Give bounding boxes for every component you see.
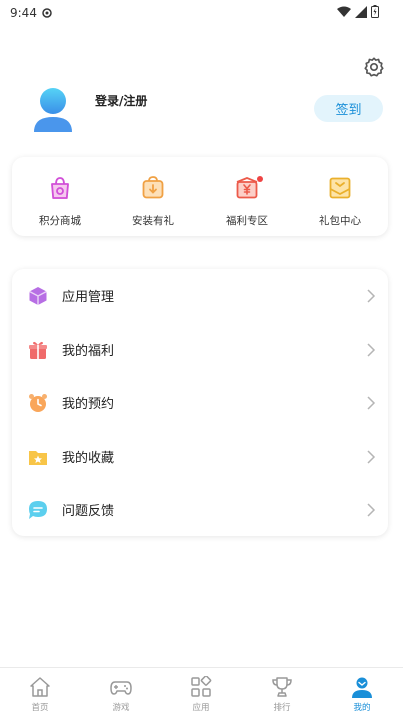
menu-item-my-reservations[interactable]: 我的预约 [12, 376, 388, 429]
quick-link-welfare-zone[interactable]: 福利专区 [207, 175, 287, 228]
chat-bubble-icon [29, 500, 47, 519]
apps-grid-icon [191, 676, 212, 697]
trophy-icon [272, 677, 292, 697]
wifi-icon [337, 6, 351, 17]
quick-link-install-gift[interactable]: 安装有礼 [113, 175, 193, 228]
menu-item-my-welfare[interactable]: 我的福利 [12, 323, 388, 376]
bottom-nav: 首页 游戏 应用 排行 我的 [0, 667, 403, 716]
settings-gear-icon[interactable] [363, 56, 385, 78]
chevron-right-icon [367, 449, 376, 464]
star-folder-icon [29, 450, 47, 465]
nav-tab-apps[interactable]: 应用 [171, 676, 231, 713]
avatar[interactable] [30, 86, 76, 132]
menu-item-feedback[interactable]: 问题反馈 [12, 483, 388, 536]
chevron-right-icon [367, 395, 376, 410]
signin-button[interactable]: 签到 [314, 95, 383, 122]
menu-list: 应用管理 我的福利 我的预约 我的收藏 问题反馈 [12, 269, 388, 536]
quick-links-card: 积分商城 安装有礼 福利专区 礼包中心 [12, 157, 388, 236]
menu-item-label: 我的收藏 [62, 451, 115, 466]
nav-tab-games[interactable]: 游戏 [91, 676, 151, 713]
gamepad-icon [110, 681, 132, 695]
login-register-link[interactable]: 登录/注册 [95, 92, 147, 109]
battery-icon [371, 5, 379, 18]
shopping-bag-icon [51, 177, 69, 199]
install-gift-icon [142, 176, 164, 199]
chevron-right-icon [367, 342, 376, 357]
quick-link-gift-center[interactable]: 礼包中心 [300, 175, 380, 228]
chevron-right-icon [367, 502, 376, 517]
menu-item-label: 我的福利 [62, 344, 115, 359]
home-icon [30, 677, 50, 697]
nav-tab-ranking[interactable]: 排行 [252, 676, 312, 713]
menu-item-label: 我的预约 [62, 397, 115, 412]
notification-dot [257, 176, 263, 182]
gift-package-icon [329, 177, 351, 199]
quick-link-label: 积分商城 [39, 215, 81, 227]
status-icons [337, 5, 379, 18]
nav-tab-label: 我的 [353, 703, 371, 713]
quick-link-label: 礼包中心 [319, 215, 361, 227]
chevron-right-icon [367, 288, 376, 303]
cube-icon [29, 286, 47, 305]
nav-tab-label: 排行 [273, 703, 291, 713]
menu-item-my-favorites[interactable]: 我的收藏 [12, 430, 388, 483]
status-bar: 9:44 [0, 0, 403, 26]
signal-icon [355, 5, 367, 18]
menu-item-app-management[interactable]: 应用管理 [12, 269, 388, 322]
nav-tab-label: 应用 [192, 703, 210, 713]
nav-tab-home[interactable]: 首页 [10, 676, 70, 713]
nav-tab-label: 首页 [31, 703, 49, 713]
nav-tab-label: 游戏 [112, 703, 130, 713]
menu-item-label: 应用管理 [62, 290, 115, 305]
quick-link-points-mall[interactable]: 积分商城 [20, 175, 100, 228]
nav-tab-mine[interactable]: 我的 [332, 676, 392, 713]
menu-item-label: 问题反馈 [62, 504, 115, 519]
quick-link-label: 福利专区 [226, 215, 268, 227]
alarm-clock-icon [29, 393, 47, 412]
status-time: 9:44 [10, 6, 37, 20]
gift-box-icon [29, 341, 47, 359]
user-icon [352, 677, 372, 698]
settings-status-icon [42, 8, 52, 18]
quick-link-label: 安装有礼 [132, 215, 174, 227]
